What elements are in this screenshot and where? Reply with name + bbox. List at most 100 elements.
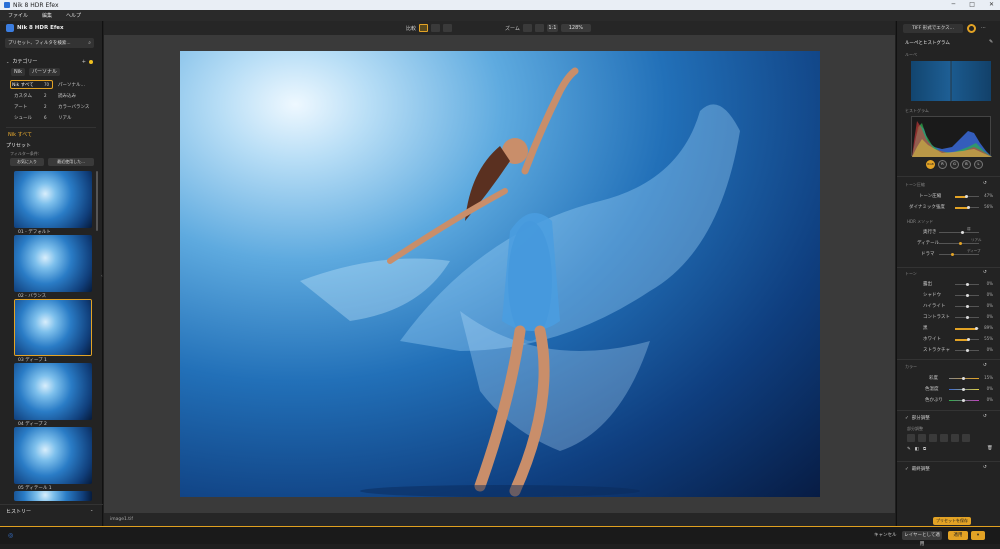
tone-slider[interactable] [955,305,979,308]
finish-header[interactable]: ✓ 最終調整 [905,466,930,473]
image-canvas[interactable]: ‹ › [101,35,898,513]
category-item-personal[interactable]: パーソナル… [58,82,85,88]
category-item-real[interactable]: リアル [58,115,71,121]
tool-color-icon[interactable] [962,434,970,442]
slider-knob[interactable] [951,253,954,256]
pin-icon[interactable]: ✎ [989,39,993,45]
chevron-down-icon[interactable]: ⌄ [6,59,9,64]
reset-icon[interactable]: ↺ [983,414,987,419]
copy-icon[interactable]: ⧉ [923,446,926,452]
collapse-left-icon[interactable]: ‹ [101,273,103,278]
tone-slider[interactable] [955,349,979,352]
tint-slider[interactable] [949,399,979,402]
minimize-icon[interactable]: ─ [952,1,956,8]
compare-single-icon[interactable] [419,24,429,32]
compare-split-icon[interactable] [431,24,441,32]
scrollbar[interactable] [96,171,98,231]
channel-rgb-button[interactable]: RGB [926,160,935,169]
search-input[interactable]: プリセット、フィルタを検索... ⌕ [5,38,94,48]
recent-button[interactable]: 最近使用した... [48,158,94,166]
tone-slider[interactable] [955,327,979,330]
tool-shape-icon[interactable] [929,434,937,442]
category-item-nik-all[interactable]: Nik すべて [12,82,34,88]
preset-thumbnail[interactable] [14,363,92,420]
slider-knob[interactable] [964,195,968,198]
mask-icon[interactable]: ◧ [915,447,919,452]
local-adjust-header[interactable]: ✓ 部分調整 [905,415,930,422]
zoom-select[interactable]: 128% [560,24,591,32]
export-format-select[interactable]: TIFF 形式でエクス... [903,24,963,33]
trash-icon[interactable]: 🗑 [987,446,993,451]
slider-knob[interactable] [962,388,965,391]
checkbox-checked-icon[interactable]: ✓ [905,416,909,421]
color-filter-icon[interactable] [89,59,93,64]
slider-knob[interactable] [965,316,969,319]
tool-control-point-icon[interactable] [918,434,926,442]
tone-slider[interactable] [955,283,979,286]
channel-l-button[interactable]: L [974,160,983,169]
chip-nik[interactable]: Nik [11,68,26,76]
help-icon[interactable]: ◎ [8,532,13,539]
hdr-depth-slider[interactable] [939,231,979,234]
cancel-button[interactable]: キャンセル [874,532,897,538]
tone-slider[interactable] [955,338,979,341]
saturation-slider[interactable] [949,377,979,380]
compare-side-icon[interactable] [443,24,453,32]
slider-knob[interactable] [965,283,969,286]
apply-as-layer-button[interactable]: レイヤーとして適用 [902,531,942,547]
slider-knob[interactable] [961,231,964,234]
reset-icon[interactable]: ↺ [983,363,987,368]
preset-thumbnail[interactable] [14,427,92,484]
channel-r-button[interactable]: R [938,160,947,169]
apply-options-button[interactable]: ▾ [971,531,985,540]
channel-g-button[interactable]: G [950,160,959,169]
tool-luminosity-icon[interactable] [951,434,959,442]
close-icon[interactable]: ✕ [989,1,994,8]
tool-select-icon[interactable] [907,434,915,442]
slider-knob[interactable] [962,399,965,402]
more-icon[interactable]: ⋯ [981,25,986,31]
slider-knob[interactable] [966,206,970,209]
category-item-surreal[interactable]: シュール [14,115,32,121]
tone-compression-slider[interactable] [955,195,979,198]
eyedropper-icon[interactable]: ✎ [907,447,911,452]
add-category-icon[interactable]: + [82,59,86,65]
menu-help[interactable]: ヘルプ [66,12,81,19]
preset-thumbnail[interactable] [14,491,92,501]
tool-brush-icon[interactable] [940,434,948,442]
category-item-import[interactable]: 読み込み [58,93,76,99]
chevron-down-icon[interactable]: ⌄ [90,507,93,512]
preview-image[interactable] [180,51,820,497]
slider-knob[interactable] [966,338,970,341]
zoom-1to1-button[interactable]: 1:1 [546,24,558,32]
reset-icon[interactable]: ↺ [983,465,987,470]
menu-edit[interactable]: 編集 [42,12,52,19]
temperature-slider[interactable] [949,388,979,391]
menu-file[interactable]: ファイル [8,12,28,19]
slider-knob[interactable] [965,294,969,297]
apply-button[interactable]: 適用 [948,531,968,540]
dynamic-strength-slider[interactable] [955,206,979,209]
category-item-art[interactable]: アート [14,104,27,110]
slider-knob[interactable] [959,242,962,245]
slider-knob[interactable] [962,377,965,380]
preset-thumbnail[interactable] [14,171,92,228]
slider-knob[interactable] [965,349,969,352]
category-item-custom[interactable]: カスタム [14,93,32,99]
chip-personal[interactable]: パーソナル [29,68,61,76]
reset-icon[interactable]: ↺ [983,270,987,275]
favorites-button[interactable]: お気に入り [10,158,44,166]
hdr-drama-slider[interactable] [939,253,979,256]
preset-thumbnail-selected[interactable] [14,299,92,356]
zoom-fit-icon[interactable] [522,24,532,32]
power-icon[interactable] [967,24,976,33]
tone-slider[interactable] [955,294,979,297]
zoom-fill-icon[interactable] [534,24,544,32]
maximize-icon[interactable]: □ [969,1,975,8]
loupe-preview[interactable] [911,61,991,101]
checkbox-checked-icon[interactable]: ✓ [905,467,909,472]
slider-knob[interactable] [965,305,969,308]
tone-slider[interactable] [955,316,979,319]
slider-knob[interactable] [974,327,978,330]
category-item-color-balance[interactable]: カラーバランス [58,104,89,110]
